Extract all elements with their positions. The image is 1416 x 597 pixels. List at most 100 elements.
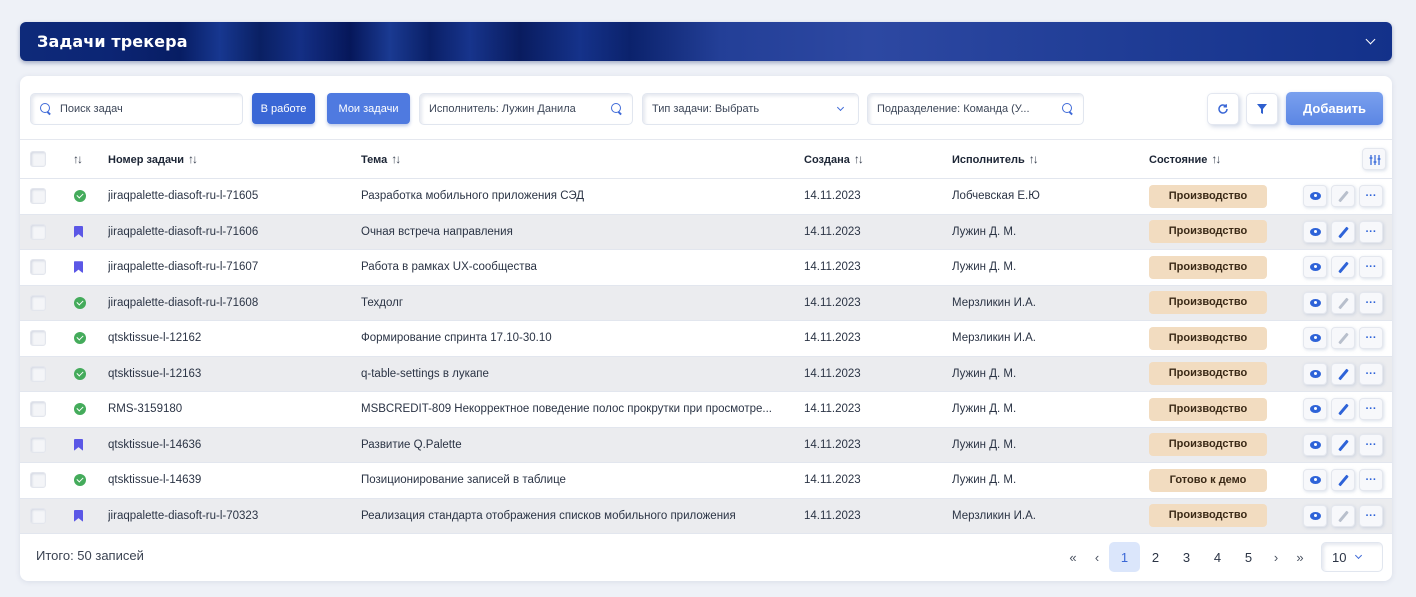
edit-icon[interactable] bbox=[1331, 504, 1355, 527]
sort-icon[interactable]: ↑↓ bbox=[1211, 152, 1221, 166]
sort-icon[interactable]: ↑↓ bbox=[391, 152, 401, 166]
view-icon[interactable] bbox=[1303, 220, 1327, 243]
task-number[interactable]: jiraqpalette-diasoft-ru-l-71608 bbox=[108, 285, 361, 321]
table-row[interactable]: qtsktissue-l-14636 Развитие Q.Palette 14.1… bbox=[20, 427, 1392, 463]
table-row[interactable]: RMS-3159180 MSBCREDIT-809 Некорректное по… bbox=[20, 392, 1392, 428]
row-checkbox[interactable] bbox=[30, 259, 46, 276]
edit-icon[interactable] bbox=[1331, 291, 1355, 314]
task-number[interactable]: qtsktissue-l-14639 bbox=[108, 463, 361, 499]
sort-icon[interactable]: ↑↓ bbox=[188, 152, 198, 166]
task-number[interactable]: qtsktissue-l-12163 bbox=[108, 356, 361, 392]
view-icon[interactable] bbox=[1303, 256, 1327, 279]
page-3-button[interactable]: 3 bbox=[1171, 542, 1202, 572]
edit-icon[interactable] bbox=[1331, 256, 1355, 279]
task-topic: Очная встреча направления bbox=[361, 225, 513, 238]
chevron-down-icon[interactable] bbox=[1365, 34, 1376, 45]
done-icon bbox=[74, 474, 86, 487]
edit-icon[interactable] bbox=[1331, 362, 1355, 385]
page-1-button[interactable]: 1 bbox=[1109, 542, 1140, 572]
page-2-button[interactable]: 2 bbox=[1140, 542, 1171, 572]
table-row[interactable]: qtsktissue-l-12162 Формирование спринта 1… bbox=[20, 321, 1392, 357]
row-checkbox[interactable] bbox=[30, 294, 46, 311]
task-number[interactable]: jiraqpalette-diasoft-ru-l-71605 bbox=[108, 179, 361, 215]
column-topic[interactable]: Тема ↑↓ bbox=[361, 140, 804, 179]
column-number[interactable]: Номер задачи ↑↓ bbox=[108, 140, 361, 179]
task-number[interactable]: RMS-3159180 bbox=[108, 392, 361, 428]
chip-in-work[interactable]: В работе bbox=[252, 93, 315, 124]
per-page-select[interactable]: 10 bbox=[1321, 542, 1383, 572]
assignee-filter[interactable]: Исполнитель: Лужин Данила bbox=[419, 93, 633, 125]
row-checkbox[interactable] bbox=[30, 330, 46, 347]
row-checkbox[interactable] bbox=[30, 365, 46, 382]
sort-icon[interactable]: ↑↓ bbox=[854, 152, 864, 166]
page-4-button[interactable]: 4 bbox=[1202, 542, 1233, 572]
search-field[interactable] bbox=[30, 93, 243, 125]
refresh-button[interactable] bbox=[1207, 93, 1239, 125]
task-number[interactable]: qtsktissue-l-14636 bbox=[108, 427, 361, 463]
prev-page-button[interactable]: ‹ bbox=[1085, 542, 1109, 572]
row-checkbox[interactable] bbox=[30, 223, 46, 240]
task-number[interactable]: jiraqpalette-diasoft-ru-l-70323 bbox=[108, 498, 361, 534]
edit-icon[interactable] bbox=[1331, 327, 1355, 350]
search-icon[interactable] bbox=[611, 103, 623, 115]
view-icon[interactable] bbox=[1303, 398, 1327, 421]
row-checkbox[interactable] bbox=[30, 188, 46, 205]
task-number[interactable]: qtsktissue-l-12162 bbox=[108, 321, 361, 357]
more-icon[interactable]: ··· bbox=[1359, 327, 1383, 350]
table-row[interactable]: qtsktissue-l-12163 q-table-settings в лук… bbox=[20, 356, 1392, 392]
more-icon[interactable]: ··· bbox=[1359, 398, 1383, 421]
table-row[interactable]: jiraqpalette-diasoft-ru-l-71606 Очная вст… bbox=[20, 214, 1392, 250]
view-icon[interactable] bbox=[1303, 362, 1327, 385]
next-page-button[interactable]: › bbox=[1264, 542, 1288, 572]
edit-icon[interactable] bbox=[1331, 220, 1355, 243]
last-page-button[interactable]: » bbox=[1288, 542, 1312, 572]
add-button[interactable]: Добавить bbox=[1286, 92, 1383, 125]
status-badge: Производство bbox=[1149, 291, 1267, 315]
column-settings-icon[interactable] bbox=[1362, 148, 1386, 170]
select-all-checkbox[interactable] bbox=[30, 151, 46, 167]
edit-icon[interactable] bbox=[1331, 185, 1355, 208]
sort-icon[interactable]: ↑↓ bbox=[73, 152, 83, 166]
more-icon[interactable]: ··· bbox=[1359, 504, 1383, 527]
view-icon[interactable] bbox=[1303, 469, 1327, 492]
task-type-select[interactable]: Тип задачи: Выбрать bbox=[642, 93, 859, 125]
task-number[interactable]: jiraqpalette-diasoft-ru-l-71607 bbox=[108, 250, 361, 286]
column-state[interactable]: Состояние ↑↓ bbox=[1149, 140, 1295, 179]
table-row[interactable]: jiraqpalette-diasoft-ru-l-71607 Работа в … bbox=[20, 250, 1392, 286]
table-row[interactable]: jiraqpalette-diasoft-ru-l-70323 Реализаци… bbox=[20, 498, 1392, 534]
more-icon[interactable]: ··· bbox=[1359, 220, 1383, 243]
more-icon[interactable]: ··· bbox=[1359, 362, 1383, 385]
row-checkbox[interactable] bbox=[30, 436, 46, 453]
table-row[interactable]: qtsktissue-l-14639 Позиционирование запис… bbox=[20, 463, 1392, 499]
first-page-button[interactable]: « bbox=[1061, 542, 1085, 572]
edit-icon[interactable] bbox=[1331, 398, 1355, 421]
more-icon[interactable]: ··· bbox=[1359, 433, 1383, 456]
view-icon[interactable] bbox=[1303, 185, 1327, 208]
view-icon[interactable] bbox=[1303, 327, 1327, 350]
edit-icon[interactable] bbox=[1331, 469, 1355, 492]
column-created[interactable]: Создана ↑↓ bbox=[804, 140, 952, 179]
filter-button[interactable] bbox=[1246, 93, 1278, 125]
view-icon[interactable] bbox=[1303, 504, 1327, 527]
table-row[interactable]: jiraqpalette-diasoft-ru-l-71605 Разработк… bbox=[20, 179, 1392, 215]
more-icon[interactable]: ··· bbox=[1359, 256, 1383, 279]
chevron-down-icon bbox=[836, 103, 845, 112]
department-filter[interactable]: Подразделение: Команда (У... bbox=[867, 93, 1084, 125]
more-icon[interactable]: ··· bbox=[1359, 469, 1383, 492]
task-number[interactable]: jiraqpalette-diasoft-ru-l-71606 bbox=[108, 214, 361, 250]
more-icon[interactable]: ··· bbox=[1359, 185, 1383, 208]
sort-icon[interactable]: ↑↓ bbox=[1029, 152, 1039, 166]
table-row[interactable]: jiraqpalette-diasoft-ru-l-71608 Техдолг 14… bbox=[20, 285, 1392, 321]
more-icon[interactable]: ··· bbox=[1359, 291, 1383, 314]
row-checkbox[interactable] bbox=[30, 507, 46, 524]
search-input[interactable] bbox=[60, 103, 233, 115]
column-assignee[interactable]: Исполнитель ↑↓ bbox=[952, 140, 1149, 179]
row-checkbox[interactable] bbox=[30, 472, 46, 489]
chip-my-tasks[interactable]: Мои задачи bbox=[327, 93, 410, 124]
edit-icon[interactable] bbox=[1331, 433, 1355, 456]
view-icon[interactable] bbox=[1303, 291, 1327, 314]
row-checkbox[interactable] bbox=[30, 401, 46, 418]
search-icon[interactable] bbox=[1062, 103, 1074, 115]
page-5-button[interactable]: 5 bbox=[1233, 542, 1264, 572]
view-icon[interactable] bbox=[1303, 433, 1327, 456]
